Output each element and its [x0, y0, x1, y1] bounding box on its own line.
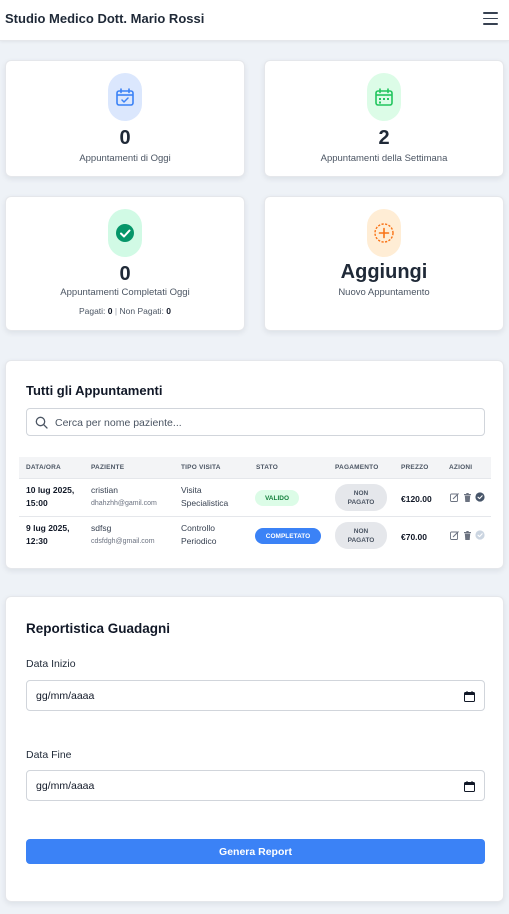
payment-line2: PAGATO	[347, 498, 375, 506]
row-date-time: 12:30	[26, 536, 48, 546]
row-patient-name: cristian	[91, 485, 118, 495]
calendar-icon[interactable]	[464, 781, 475, 792]
check-circle-icon[interactable]	[475, 492, 485, 502]
paid-value: 0	[107, 306, 113, 316]
row-type-line2: Specialistica	[181, 498, 229, 508]
row-type-line1: Controllo	[181, 523, 216, 533]
row-actions	[449, 530, 485, 540]
appointments-panel: Tutti gli Appuntamenti DATA/ORA PAZIENTE…	[5, 360, 504, 569]
stat-card-today: 0 Appuntamenti di Oggi	[5, 60, 245, 177]
unpaid-value: 0	[166, 306, 172, 316]
row-patient-email: cdsfdgh@gmail.com	[91, 538, 155, 545]
col-patient[interactable]: PAZIENTE	[91, 464, 124, 471]
add-appointment-card[interactable]: Aggiungi Nuovo Appuntamento	[264, 196, 504, 331]
row-patient: sdfsg cdsfdgh@gmail.com	[91, 522, 155, 548]
row-price: €70.00	[401, 532, 427, 542]
stat-completed-value: 0	[119, 263, 131, 285]
search-icon	[35, 416, 48, 429]
table-row[interactable]: 9 lug 2025, 12:30 sdfsg cdsfdgh@gmail.co…	[19, 517, 491, 555]
col-date[interactable]: DATA/ORA	[26, 464, 61, 471]
payment-line2: PAGATO	[347, 536, 375, 544]
paid-label: Pagati:	[78, 306, 106, 316]
hamburger-icon[interactable]	[483, 12, 498, 25]
status-badge: VALIDO	[255, 490, 299, 506]
col-actions: AZIONI	[449, 464, 473, 471]
stat-completed-breakdown: Pagati: 0 | Non Pagati: 0	[6, 306, 244, 316]
stat-today-label: Appuntamenti di Oggi	[79, 153, 171, 164]
calendar-icon[interactable]	[464, 691, 475, 702]
trash-icon[interactable]	[462, 530, 472, 540]
calendar-check-icon	[108, 73, 142, 121]
row-type: Controllo Periodico	[181, 522, 216, 548]
appointments-title: Tutti gli Appuntamenti	[26, 383, 163, 398]
unpaid-label: Non Pagati:	[119, 306, 164, 316]
row-date-day: 9 lug 2025,	[26, 523, 70, 533]
edit-icon[interactable]	[449, 492, 459, 502]
add-card-title: Aggiungi	[340, 261, 428, 283]
search-box[interactable]	[26, 408, 485, 436]
table-header: DATA/ORA PAZIENTE TIPO VISITA STATO PAGA…	[19, 457, 491, 479]
stat-completed-label: Appuntamenti Completati Oggi	[60, 287, 190, 298]
col-status[interactable]: STATO	[256, 464, 278, 471]
payment-line1: NON	[353, 527, 369, 535]
row-patient: cristian dhahzhh@gamil.com	[91, 484, 157, 510]
table-row[interactable]: 10 lug 2025, 15:00 cristian dhahzhh@gami…	[19, 479, 491, 517]
start-date-label: Data Inizio	[26, 658, 76, 670]
report-title: Reportistica Guadagni	[26, 621, 171, 636]
col-price[interactable]: PREZZO	[401, 464, 429, 471]
trash-icon[interactable]	[462, 492, 472, 502]
row-date-day: 10 lug 2025,	[26, 485, 75, 495]
payment-line1: NON	[353, 489, 369, 497]
row-date: 10 lug 2025, 15:00	[26, 484, 74, 510]
navbar: Studio Medico Dott. Mario Rossi	[0, 0, 509, 41]
payment-badge[interactable]: NON PAGATO	[335, 484, 387, 511]
row-type-line2: Periodico	[181, 536, 217, 546]
plus-circle-icon	[367, 209, 401, 257]
row-price: €120.00	[401, 494, 432, 504]
end-date-label: Data Fine	[26, 749, 72, 761]
stat-card-completed: 0 Appuntamenti Completati Oggi Pagati: 0…	[5, 196, 245, 331]
row-date: 9 lug 2025, 12:30	[26, 522, 69, 548]
end-date-input[interactable]: gg/mm/aaaa	[26, 770, 485, 801]
separator: |	[114, 306, 118, 316]
add-card-label: Nuovo Appuntamento	[338, 287, 430, 298]
calendar-week-icon	[367, 73, 401, 121]
brand-title[interactable]: Studio Medico Dott. Mario Rossi	[5, 11, 204, 26]
row-patient-email: dhahzhh@gamil.com	[91, 500, 157, 507]
status-badge: COMPLETATO	[255, 528, 321, 544]
generate-report-button[interactable]: Genera Report	[26, 839, 485, 864]
check-circle-icon	[475, 530, 485, 540]
report-panel: Reportistica Guadagni Data Inizio gg/mm/…	[5, 596, 504, 902]
col-type[interactable]: TIPO VISITA	[181, 464, 221, 471]
row-date-time: 15:00	[26, 498, 48, 508]
search-input[interactable]	[55, 413, 475, 432]
stat-card-week: 2 Appuntamenti della Settimana	[264, 60, 504, 177]
end-date-value: gg/mm/aaaa	[36, 780, 95, 792]
row-patient-name: sdfsg	[91, 523, 112, 533]
row-actions	[449, 492, 485, 502]
row-type: Visita Specialistica	[181, 484, 228, 510]
start-date-input[interactable]: gg/mm/aaaa	[26, 680, 485, 711]
payment-badge[interactable]: NON PAGATO	[335, 522, 387, 549]
row-type-line1: Visita	[181, 485, 202, 495]
stat-week-value: 2	[378, 127, 390, 149]
col-payment[interactable]: PAGAMENTO	[335, 464, 378, 471]
stat-today-value: 0	[119, 127, 131, 149]
edit-icon[interactable]	[449, 530, 459, 540]
check-circle-icon	[108, 209, 142, 257]
stat-week-label: Appuntamenti della Settimana	[320, 153, 448, 164]
start-date-value: gg/mm/aaaa	[36, 690, 95, 702]
